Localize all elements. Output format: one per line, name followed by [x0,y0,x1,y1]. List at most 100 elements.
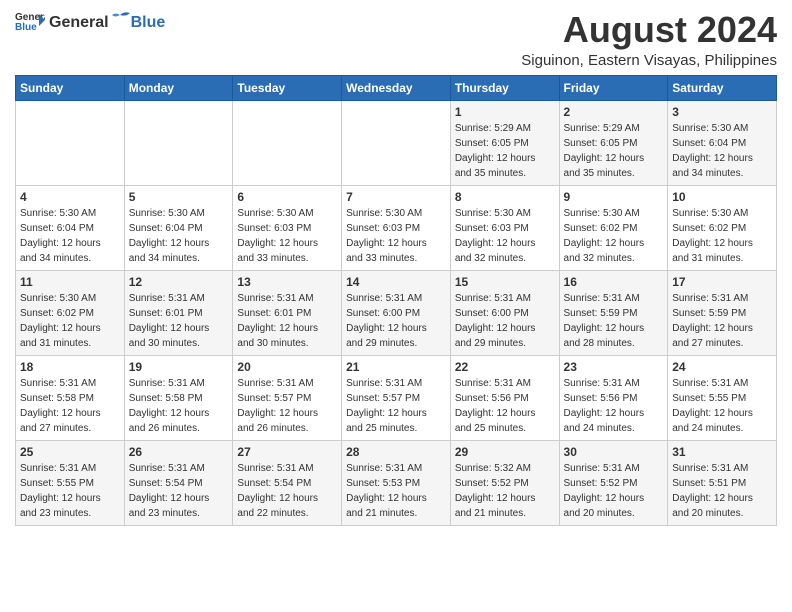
day-info: Sunrise: 5:31 AM Sunset: 6:00 PM Dayligh… [346,293,427,349]
calendar-day-cell: 19 Sunrise: 5:31 AM Sunset: 5:58 PM Dayl… [124,355,233,440]
day-number: 17 [672,275,772,289]
day-info: Sunrise: 5:31 AM Sunset: 5:56 PM Dayligh… [564,378,645,434]
calendar-day-cell: 23 Sunrise: 5:31 AM Sunset: 5:56 PM Dayl… [559,355,668,440]
day-number: 22 [455,360,555,374]
calendar-day-cell: 8 Sunrise: 5:30 AM Sunset: 6:03 PM Dayli… [450,185,559,270]
calendar-day-cell: 30 Sunrise: 5:31 AM Sunset: 5:52 PM Dayl… [559,440,668,525]
day-info: Sunrise: 5:31 AM Sunset: 5:55 PM Dayligh… [20,463,101,519]
calendar-day-cell: 25 Sunrise: 5:31 AM Sunset: 5:55 PM Dayl… [16,440,125,525]
day-number: 11 [20,275,120,289]
day-number: 28 [346,445,446,459]
day-number: 1 [455,105,555,119]
day-info: Sunrise: 5:30 AM Sunset: 6:04 PM Dayligh… [672,123,753,179]
day-info: Sunrise: 5:31 AM Sunset: 6:01 PM Dayligh… [129,293,210,349]
day-info: Sunrise: 5:30 AM Sunset: 6:04 PM Dayligh… [129,208,210,264]
day-number: 8 [455,190,555,204]
logo-icon: General Blue [15,10,45,32]
day-info: Sunrise: 5:30 AM Sunset: 6:03 PM Dayligh… [455,208,536,264]
day-of-week-header: Monday [124,75,233,100]
day-number: 6 [237,190,337,204]
day-number: 12 [129,275,229,289]
day-number: 3 [672,105,772,119]
day-number: 4 [20,190,120,204]
calendar-week-row: 25 Sunrise: 5:31 AM Sunset: 5:55 PM Dayl… [16,440,777,525]
calendar-day-cell: 18 Sunrise: 5:31 AM Sunset: 5:58 PM Dayl… [16,355,125,440]
day-of-week-header: Wednesday [342,75,451,100]
calendar-day-cell: 28 Sunrise: 5:31 AM Sunset: 5:53 PM Dayl… [342,440,451,525]
calendar-day-cell: 5 Sunrise: 5:30 AM Sunset: 6:04 PM Dayli… [124,185,233,270]
day-number: 19 [129,360,229,374]
calendar-day-cell: 31 Sunrise: 5:31 AM Sunset: 5:51 PM Dayl… [668,440,777,525]
day-number: 15 [455,275,555,289]
logo: General Blue General Blue [15,10,165,32]
day-info: Sunrise: 5:30 AM Sunset: 6:02 PM Dayligh… [20,293,101,349]
day-number: 20 [237,360,337,374]
day-info: Sunrise: 5:32 AM Sunset: 5:52 PM Dayligh… [455,463,536,519]
day-of-week-header: Saturday [668,75,777,100]
calendar-day-cell: 21 Sunrise: 5:31 AM Sunset: 5:57 PM Dayl… [342,355,451,440]
calendar-day-cell [16,100,125,185]
calendar-week-row: 4 Sunrise: 5:30 AM Sunset: 6:04 PM Dayli… [16,185,777,270]
day-info: Sunrise: 5:31 AM Sunset: 5:55 PM Dayligh… [672,378,753,434]
calendar-day-cell: 3 Sunrise: 5:30 AM Sunset: 6:04 PM Dayli… [668,100,777,185]
day-info: Sunrise: 5:31 AM Sunset: 6:01 PM Dayligh… [237,293,318,349]
day-info: Sunrise: 5:31 AM Sunset: 5:58 PM Dayligh… [20,378,101,434]
day-info: Sunrise: 5:30 AM Sunset: 6:03 PM Dayligh… [346,208,427,264]
day-info: Sunrise: 5:30 AM Sunset: 6:04 PM Dayligh… [20,208,101,264]
calendar-day-cell: 2 Sunrise: 5:29 AM Sunset: 6:05 PM Dayli… [559,100,668,185]
calendar-day-cell: 22 Sunrise: 5:31 AM Sunset: 5:56 PM Dayl… [450,355,559,440]
day-info: Sunrise: 5:31 AM Sunset: 6:00 PM Dayligh… [455,293,536,349]
day-info: Sunrise: 5:31 AM Sunset: 5:57 PM Dayligh… [237,378,318,434]
day-info: Sunrise: 5:31 AM Sunset: 5:56 PM Dayligh… [455,378,536,434]
calendar-day-cell: 15 Sunrise: 5:31 AM Sunset: 6:00 PM Dayl… [450,270,559,355]
calendar-day-cell: 16 Sunrise: 5:31 AM Sunset: 5:59 PM Dayl… [559,270,668,355]
calendar-day-cell: 12 Sunrise: 5:31 AM Sunset: 6:01 PM Dayl… [124,270,233,355]
calendar-day-cell [233,100,342,185]
calendar-day-cell: 11 Sunrise: 5:30 AM Sunset: 6:02 PM Dayl… [16,270,125,355]
day-info: Sunrise: 5:31 AM Sunset: 5:53 PM Dayligh… [346,463,427,519]
day-number: 16 [564,275,664,289]
day-info: Sunrise: 5:31 AM Sunset: 5:51 PM Dayligh… [672,463,753,519]
calendar-table: SundayMondayTuesdayWednesdayThursdayFrid… [15,75,777,526]
day-number: 24 [672,360,772,374]
day-number: 18 [20,360,120,374]
calendar-week-row: 11 Sunrise: 5:30 AM Sunset: 6:02 PM Dayl… [16,270,777,355]
day-info: Sunrise: 5:29 AM Sunset: 6:05 PM Dayligh… [455,123,536,179]
calendar-day-cell: 17 Sunrise: 5:31 AM Sunset: 5:59 PM Dayl… [668,270,777,355]
calendar-week-row: 18 Sunrise: 5:31 AM Sunset: 5:58 PM Dayl… [16,355,777,440]
day-number: 13 [237,275,337,289]
day-info: Sunrise: 5:31 AM Sunset: 5:52 PM Dayligh… [564,463,645,519]
calendar-day-cell: 27 Sunrise: 5:31 AM Sunset: 5:54 PM Dayl… [233,440,342,525]
day-info: Sunrise: 5:31 AM Sunset: 5:57 PM Dayligh… [346,378,427,434]
day-number: 5 [129,190,229,204]
day-number: 9 [564,190,664,204]
day-number: 10 [672,190,772,204]
day-info: Sunrise: 5:31 AM Sunset: 5:54 PM Dayligh… [129,463,210,519]
calendar-day-cell: 13 Sunrise: 5:31 AM Sunset: 6:01 PM Dayl… [233,270,342,355]
calendar-day-cell: 26 Sunrise: 5:31 AM Sunset: 5:54 PM Dayl… [124,440,233,525]
day-number: 25 [20,445,120,459]
day-number: 30 [564,445,664,459]
calendar-day-cell: 24 Sunrise: 5:31 AM Sunset: 5:55 PM Dayl… [668,355,777,440]
day-number: 26 [129,445,229,459]
calendar-day-cell: 9 Sunrise: 5:30 AM Sunset: 6:02 PM Dayli… [559,185,668,270]
day-of-week-header: Sunday [16,75,125,100]
day-number: 14 [346,275,446,289]
day-number: 2 [564,105,664,119]
calendar-header-row: SundayMondayTuesdayWednesdayThursdayFrid… [16,75,777,100]
calendar-day-cell: 4 Sunrise: 5:30 AM Sunset: 6:04 PM Dayli… [16,185,125,270]
day-info: Sunrise: 5:30 AM Sunset: 6:02 PM Dayligh… [672,208,753,264]
calendar-day-cell: 10 Sunrise: 5:30 AM Sunset: 6:02 PM Dayl… [668,185,777,270]
day-number: 23 [564,360,664,374]
day-info: Sunrise: 5:29 AM Sunset: 6:05 PM Dayligh… [564,123,645,179]
day-number: 21 [346,360,446,374]
page-header: General Blue General Blue August 2024 Si… [15,10,777,69]
logo-text-general: General [49,14,109,32]
day-info: Sunrise: 5:31 AM Sunset: 5:58 PM Dayligh… [129,378,210,434]
title-area: August 2024 Siguinon, Eastern Visayas, P… [521,10,777,69]
calendar-day-cell: 29 Sunrise: 5:32 AM Sunset: 5:52 PM Dayl… [450,440,559,525]
calendar-day-cell [342,100,451,185]
calendar-week-row: 1 Sunrise: 5:29 AM Sunset: 6:05 PM Dayli… [16,100,777,185]
calendar-day-cell: 6 Sunrise: 5:30 AM Sunset: 6:03 PM Dayli… [233,185,342,270]
day-of-week-header: Thursday [450,75,559,100]
